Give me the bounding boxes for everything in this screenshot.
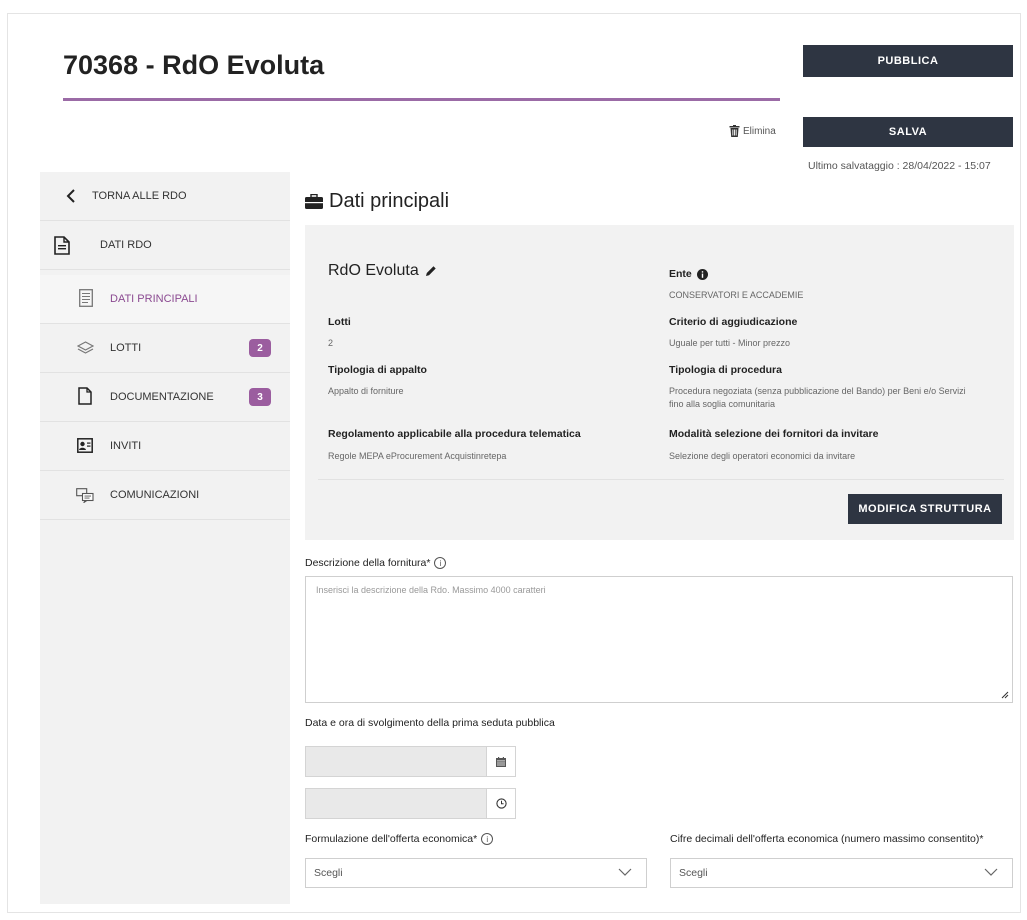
info-outline-icon[interactable]: i [434,557,447,569]
contact-card-icon [77,438,93,453]
tipologia-appalto-value: Appalto di forniture [328,386,404,396]
data-ora-label: Data e ora di svolgimento della prima se… [305,717,555,729]
sidebar-item-inviti[interactable]: INVITI [40,422,290,471]
chevron-left-icon [66,189,75,203]
panel-divider [318,479,1004,480]
descrizione-label-wrap: Descrizione della fornitura* i [305,557,447,569]
date-input[interactable] [305,746,487,777]
chat-icon [76,488,94,503]
calendar-button[interactable] [486,746,516,777]
sidebar-item-label: COMUNICAZIONI [110,489,200,501]
document-icon [54,236,70,255]
sidebar-group-dati-rdo[interactable]: DATI RDO [40,221,290,270]
rdo-name: RdO Evoluta [328,262,437,280]
lotti-value: 2 [328,338,334,348]
briefcase-icon [305,194,323,209]
sidebar-item-comunicazioni[interactable]: COMUNICAZIONI [40,471,290,520]
title-underline [63,98,780,101]
descrizione-textarea[interactable]: Inserisci la descrizione della Rdo. Mass… [305,576,1013,703]
back-label: TORNA ALLE RDO [92,190,187,202]
cifre-select-value: Scegli [679,867,708,879]
tipologia-appalto-label: Tipologia di appalto [328,364,427,376]
ente-label-wrap: Ente [669,268,708,280]
delete-button[interactable]: Elimina [729,125,776,137]
descrizione-label: Descrizione della fornitura* [305,557,431,569]
delete-label: Elimina [743,125,776,137]
tipologia-procedura-value-line1: Procedura negoziata (senza pubblicazione… [669,386,966,396]
modify-structure-button[interactable]: MODIFICA STRUTTURA [848,494,1002,524]
tipologia-procedura-value-line2: fino alla soglia comunitaria [669,399,776,409]
time-input[interactable] [305,788,487,819]
regolamento-label: Regolamento applicabile alla procedura t… [328,428,581,440]
last-save-text: Ultimo salvataggio : 28/04/2022 - 15:07 [808,160,991,172]
back-to-rdo-link[interactable]: TORNA ALLE RDO [40,172,290,221]
sidebar-group-label: DATI RDO [100,239,152,251]
lotti-label: Lotti [328,316,351,328]
info-icon[interactable] [696,268,708,280]
calendar-icon [496,756,506,767]
trash-icon [729,125,740,137]
ente-value: CONSERVATORI E ACCADEMIE [669,290,804,300]
sidebar-item-label: INVITI [110,440,142,452]
resize-handle-icon[interactable] [1000,690,1009,699]
count-badge: 2 [249,339,271,357]
formulazione-label-wrap: Formulazione dell'offerta economica* i [305,833,494,845]
chevron-down-icon [984,868,998,876]
sidebar-item-label: DOCUMENTAZIONE [110,391,214,403]
regolamento-value: Regole MEPA eProcurement Acquistinretepa [328,451,507,461]
ente-label: Ente [669,268,692,280]
layers-icon [77,341,94,354]
page-title: 70368 - RdO Evoluta [63,50,325,80]
document-list-icon [79,289,93,307]
rdo-name-text: RdO Evoluta [328,262,419,279]
formulazione-select[interactable]: Scegli [305,858,647,888]
modalita-value: Selezione degli operatori economici da i… [669,451,856,461]
descrizione-placeholder: Inserisci la descrizione della Rdo. Mass… [316,585,546,595]
section-title: Dati principali [305,190,449,213]
sidebar-item-label: LOTTI [110,342,142,354]
count-badge: 3 [249,388,271,406]
sidebar-item-dati-principali[interactable]: DATI PRINCIPALI [40,275,290,324]
publish-button[interactable]: PUBBLICA [803,45,1013,77]
cifre-label: Cifre decimali dell'offerta economica (n… [670,833,984,845]
sidebar-item-label: DATI PRINCIPALI [110,293,198,305]
file-icon [78,387,92,405]
clock-icon [495,798,507,809]
sidebar-item-lotti[interactable]: LOTTI 2 [40,324,290,373]
modalita-label: Modalità selezione dei fornitori da invi… [669,428,879,440]
tipologia-procedura-label: Tipologia di procedura [669,364,782,376]
cifre-select[interactable]: Scegli [670,858,1013,888]
sidebar-item-documentazione[interactable]: DOCUMENTAZIONE 3 [40,373,290,422]
save-button[interactable]: SALVA [803,117,1013,147]
info-outline-icon[interactable]: i [481,833,494,845]
criterio-value: Uguale per tutti - Minor prezzo [669,338,791,348]
criterio-label: Criterio di aggiudicazione [669,316,798,328]
pencil-icon[interactable] [425,265,437,277]
sidebar: TORNA ALLE RDO DATI RDO DATI PRINCIPALI … [40,172,290,904]
chevron-down-icon [618,868,632,876]
formulazione-label: Formulazione dell'offerta economica* [305,833,478,845]
formulazione-select-value: Scegli [314,867,343,879]
section-title-text: Dati principali [329,190,450,212]
clock-button[interactable] [486,788,516,819]
